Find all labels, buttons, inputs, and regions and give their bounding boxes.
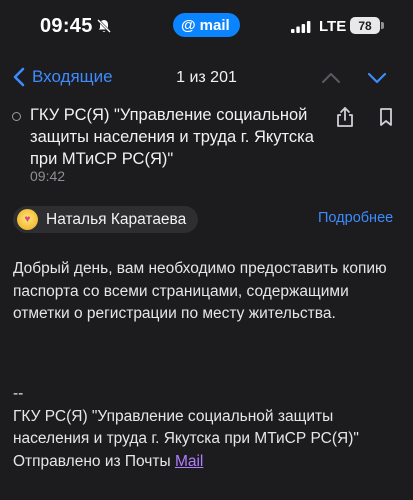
share-icon[interactable] [334, 106, 356, 128]
mail-app-link[interactable]: Mail [175, 453, 203, 470]
mail-message-screen: 09:45 @ mail LTE 78 Входящие 1 из 201 ГК… [0, 0, 413, 500]
message-body: Добрый день, вам необходимо предоставить… [13, 260, 387, 322]
read-status-icon[interactable] [12, 112, 21, 121]
network-type: LTE [319, 18, 347, 35]
signature-sent-from: Отправлено из Почты Mail [13, 451, 408, 474]
battery-icon: 78 [350, 17, 380, 34]
bookmark-icon[interactable] [377, 107, 395, 127]
avatar: ♥ [17, 209, 38, 230]
message-subject: ГКУ РС(Я) "Управление социальной защиты … [30, 106, 314, 168]
cellular-signal-icon [291, 21, 311, 33]
mail-pill-label: mail [199, 16, 230, 34]
sender-chip[interactable]: ♥ Наталья Каратаева [13, 206, 199, 233]
message-nav-bar: Входящие 1 из 201 [0, 58, 413, 98]
mail-app-pill[interactable]: @ mail [173, 13, 240, 37]
battery-cap [381, 22, 384, 29]
chevron-down-icon[interactable] [366, 68, 388, 88]
details-link[interactable]: Подробнее [318, 210, 393, 226]
at-icon: @ [181, 16, 196, 34]
sender-name: Наталья Каратаева [46, 210, 187, 228]
signature-separator: -- [13, 385, 24, 402]
status-bar: 09:45 @ mail LTE 78 [0, 0, 413, 52]
status-time: 09:45 [40, 15, 93, 37]
chevron-up-icon[interactable] [320, 68, 342, 88]
sent-from-text: Отправлено из Почты [13, 452, 175, 470]
signature-org: ГКУ РС(Я) "Управление социальной защиты … [13, 407, 359, 448]
bell-mute-icon [97, 19, 111, 33]
message-time: 09:42 [30, 168, 66, 184]
message-signature: -- ГКУ РС(Я) "Управление социальной защи… [13, 383, 408, 473]
message-counter: 1 из 201 [176, 69, 237, 86]
